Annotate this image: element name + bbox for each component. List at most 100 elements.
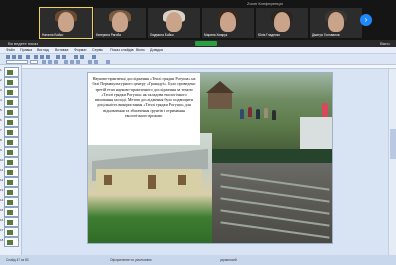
scroll-thumb[interactable] [390,129,396,159]
thumb-number: 5 [0,108,2,112]
participant-name: Катерина Рагоба [96,33,121,37]
person-shape [264,108,268,118]
slide-thumbnail[interactable] [4,87,19,97]
slide-thumbnail[interactable] [4,217,19,227]
font-select[interactable] [6,60,28,64]
slide-thumbnail[interactable] [4,207,19,217]
slide-thumbnail[interactable] [4,127,19,137]
menu-edit[interactable]: Правка [20,48,32,52]
screen: Zoom Конференція Наталія Бойко Катерина … [0,0,396,265]
slide-thumbnail[interactable] [4,167,19,177]
thumb-number: 12 [0,178,4,182]
participant-tile-3[interactable]: Людмила Бойко [148,8,200,38]
person-shape [256,109,260,119]
slide-thumbnail[interactable] [4,197,19,207]
align-left-icon[interactable] [64,60,68,64]
menu-help[interactable]: Довідка [150,48,163,52]
participant-name: Юлія Гладенко [258,33,281,37]
menu-format[interactable]: Формат [74,48,87,52]
bold-icon[interactable] [42,60,46,64]
thumb-number: 18 [0,238,4,242]
participant-face [328,12,344,32]
slide-text-box[interactable]: Науково-практичні дослідження «Теплі гря… [88,73,200,145]
thumb-number: 3 [0,88,2,92]
slide-thumbnail[interactable] [4,177,19,187]
participant-tile-2[interactable]: Катерина Рагоба [94,8,146,38]
menu-insert[interactable]: Вставка [55,48,68,52]
share-window-label[interactable]: Вікно [380,41,390,46]
thumb-number: 10 [0,158,4,162]
door-shape [148,175,156,189]
slide-thumbnail[interactable] [4,157,19,167]
participant-face [112,12,128,32]
align-center-icon[interactable] [70,60,74,64]
menu-slideshow[interactable]: Показ слайдів [110,48,134,52]
thumb-number: 8 [0,138,2,142]
thumb-number: 6 [0,118,2,122]
slide-thumbnail[interactable] [4,227,19,237]
chevron-right-icon: › [364,15,368,24]
thumb-number: 4 [0,98,2,102]
powerpoint-window: Файл Правка Вигляд Вставка Формат Сервіс… [0,47,396,265]
slide-thumbnail[interactable] [4,117,19,127]
photo-garden-beds [212,163,332,243]
vertical-scrollbar[interactable] [388,69,396,255]
font-size-select[interactable] [30,60,38,64]
participant-name: Дмитро Голованов [312,33,340,37]
thumb-number: 11 [0,168,4,172]
participant-tile-4[interactable]: Марина Хмарук [202,8,254,38]
numbering-icon[interactable] [94,60,98,64]
participant-face [274,12,290,32]
slide-thumbnail[interactable] [4,107,19,117]
participant-face [166,12,182,32]
participant-tile-5[interactable]: Юлія Гладенко [256,8,308,38]
window-shape [178,175,186,185]
status-design: Оформление по умолчанию [110,258,152,262]
menu-window[interactable]: Вікно [136,48,145,52]
slide-body-text: Науково-практичні дослідження «Теплі гря… [92,76,196,119]
slide-thumbnail[interactable] [4,77,19,87]
photo-house [88,133,212,243]
slide-thumbnail[interactable] [4,137,19,147]
photo-garden-group [200,73,332,149]
slide-thumbnail[interactable] [4,67,19,77]
slide-thumbnail[interactable] [4,147,19,157]
thumb-number: 2 [0,78,2,82]
path-shape [300,117,332,149]
current-slide[interactable]: Науково-практичні дослідження «Теплі гря… [87,72,333,244]
menu-view[interactable]: Вигляд [37,48,49,52]
slide-thumbnail[interactable] [4,237,19,247]
zoom-participant-strip: Zoom Конференція Наталія Бойко Катерина … [0,0,396,40]
thumb-number: 17 [0,228,4,232]
italic-icon[interactable] [48,60,52,64]
thumb-number: 15 [0,208,4,212]
participant-tile-1[interactable]: Наталія Бойко [39,7,93,39]
next-participants-button[interactable]: › [360,14,372,26]
slide-thumbnail[interactable] [4,97,19,107]
share-indicator[interactable] [195,41,217,46]
thumb-number: 9 [0,148,2,152]
menu-tools[interactable]: Сервіс [92,48,103,52]
window-shape [104,175,112,185]
underline-icon[interactable] [54,60,58,64]
thumb-number: 13 [0,188,4,192]
share-status-label: Ви ведете показ [8,41,39,46]
thumb-number: 16 [0,218,4,222]
status-bar: Слайд 47 из 83 Оформление по умолчанию у… [0,255,396,265]
slide-thumbnail[interactable] [4,187,19,197]
participant-face [58,12,74,32]
font-color-icon[interactable] [106,60,110,64]
shed-wall-shape [208,93,232,109]
participant-name: Марина Хмарук [204,33,228,37]
zoom-window-title: Zoom Конференція [247,1,283,6]
person-shape [272,110,276,120]
person-shape [248,107,252,117]
bullets-icon[interactable] [88,60,92,64]
person-shape [240,109,244,119]
participant-face [220,12,236,32]
thumb-number: 14 [0,198,4,202]
align-right-icon[interactable] [76,60,80,64]
menu-file[interactable]: Файл [6,48,15,52]
horizontal-ruler [22,65,396,69]
participant-tile-6[interactable]: Дмитро Голованов [310,8,362,38]
